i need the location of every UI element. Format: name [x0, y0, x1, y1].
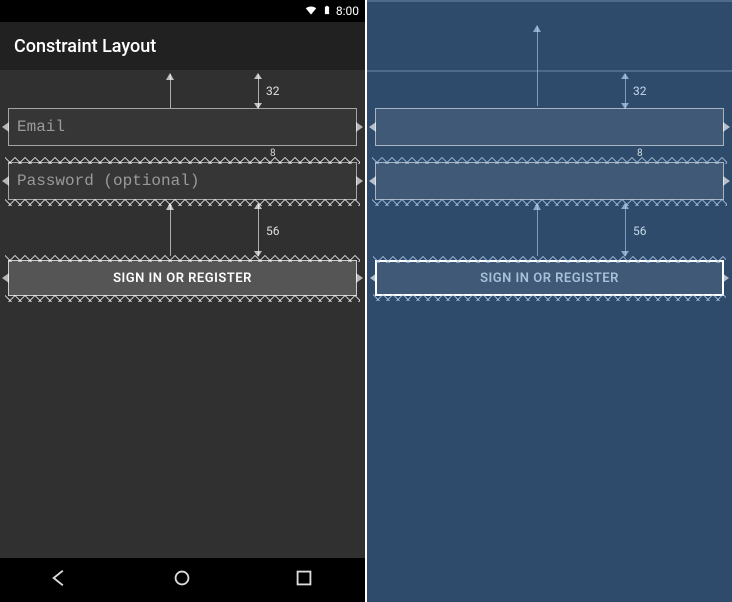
measure-line — [625, 74, 626, 108]
email-input-blueprint[interactable] — [382, 117, 717, 137]
blueprint-surface: 32 8 56 — [367, 0, 732, 602]
app-title: Constraint Layout — [14, 36, 156, 57]
sign-in-or-register-button-blueprint[interactable]: SIGN IN OR REGISTER — [375, 260, 724, 296]
constraint-caret-left-icon — [369, 176, 376, 186]
constraint-caret-left-icon — [2, 176, 9, 186]
constraint-arrow — [170, 74, 171, 108]
spring-constraint-icon — [372, 156, 727, 164]
constraint-caret-right-icon — [722, 273, 729, 283]
sign-in-or-register-button[interactable]: SIGN IN OR REGISTER — [8, 260, 357, 296]
blueprint-pane: 32 8 56 — [367, 0, 732, 602]
constraint-arrow — [537, 26, 538, 106]
email-field[interactable] — [8, 108, 357, 146]
password-input[interactable] — [15, 171, 350, 191]
measure-line — [258, 204, 259, 256]
constraint-caret-right-icon — [723, 176, 730, 186]
spring-constraint-icon — [373, 255, 726, 263]
back-button[interactable] — [50, 567, 72, 593]
constraint-caret-left-icon — [369, 122, 376, 132]
margin-label-button: 56 — [633, 224, 647, 238]
design-preview-pane: 8:00 Constraint Layout 32 8 — [0, 0, 365, 602]
android-nav-bar — [0, 558, 365, 602]
margin-label-button: 56 — [266, 224, 280, 238]
app-title-bar: Constraint Layout — [0, 22, 365, 70]
guideline — [367, 0, 732, 2]
battery-icon — [322, 3, 332, 20]
spring-constraint-icon — [5, 156, 360, 164]
measure-line — [625, 204, 626, 256]
constraint-caret-left-icon — [2, 273, 9, 283]
password-field[interactable] — [8, 162, 357, 200]
button-label: SIGN IN OR REGISTER — [480, 271, 619, 286]
password-field-blueprint[interactable] — [375, 162, 724, 200]
constraint-caret-right-icon — [356, 122, 363, 132]
guideline — [367, 70, 732, 72]
constraint-caret-right-icon — [356, 273, 363, 283]
constraint-arrow — [170, 204, 171, 256]
preview-surface: 32 8 56 — [0, 70, 365, 558]
margin-label-top: 32 — [633, 84, 647, 98]
home-button[interactable] — [171, 567, 193, 593]
recent-apps-button[interactable] — [293, 567, 315, 593]
wifi-icon — [304, 3, 318, 20]
email-field-blueprint[interactable] — [375, 108, 724, 146]
constraint-caret-left-icon — [370, 273, 377, 283]
status-time: 8:00 — [336, 4, 359, 18]
spring-constraint-icon — [5, 254, 360, 262]
constraint-caret-right-icon — [723, 122, 730, 132]
spring-constraint-icon — [5, 198, 360, 206]
constraint-caret-right-icon — [356, 176, 363, 186]
button-label: SIGN IN OR REGISTER — [113, 271, 252, 286]
spring-constraint-icon — [372, 198, 727, 206]
password-input-blueprint[interactable] — [382, 171, 717, 191]
spring-constraint-icon — [5, 294, 360, 302]
spring-constraint-icon — [373, 293, 726, 301]
margin-label-top: 32 — [266, 84, 280, 98]
constraint-arrow — [537, 204, 538, 256]
email-input[interactable] — [15, 117, 350, 137]
android-status-bar: 8:00 — [0, 0, 365, 22]
constraint-caret-left-icon — [2, 122, 9, 132]
measure-line — [258, 74, 259, 108]
